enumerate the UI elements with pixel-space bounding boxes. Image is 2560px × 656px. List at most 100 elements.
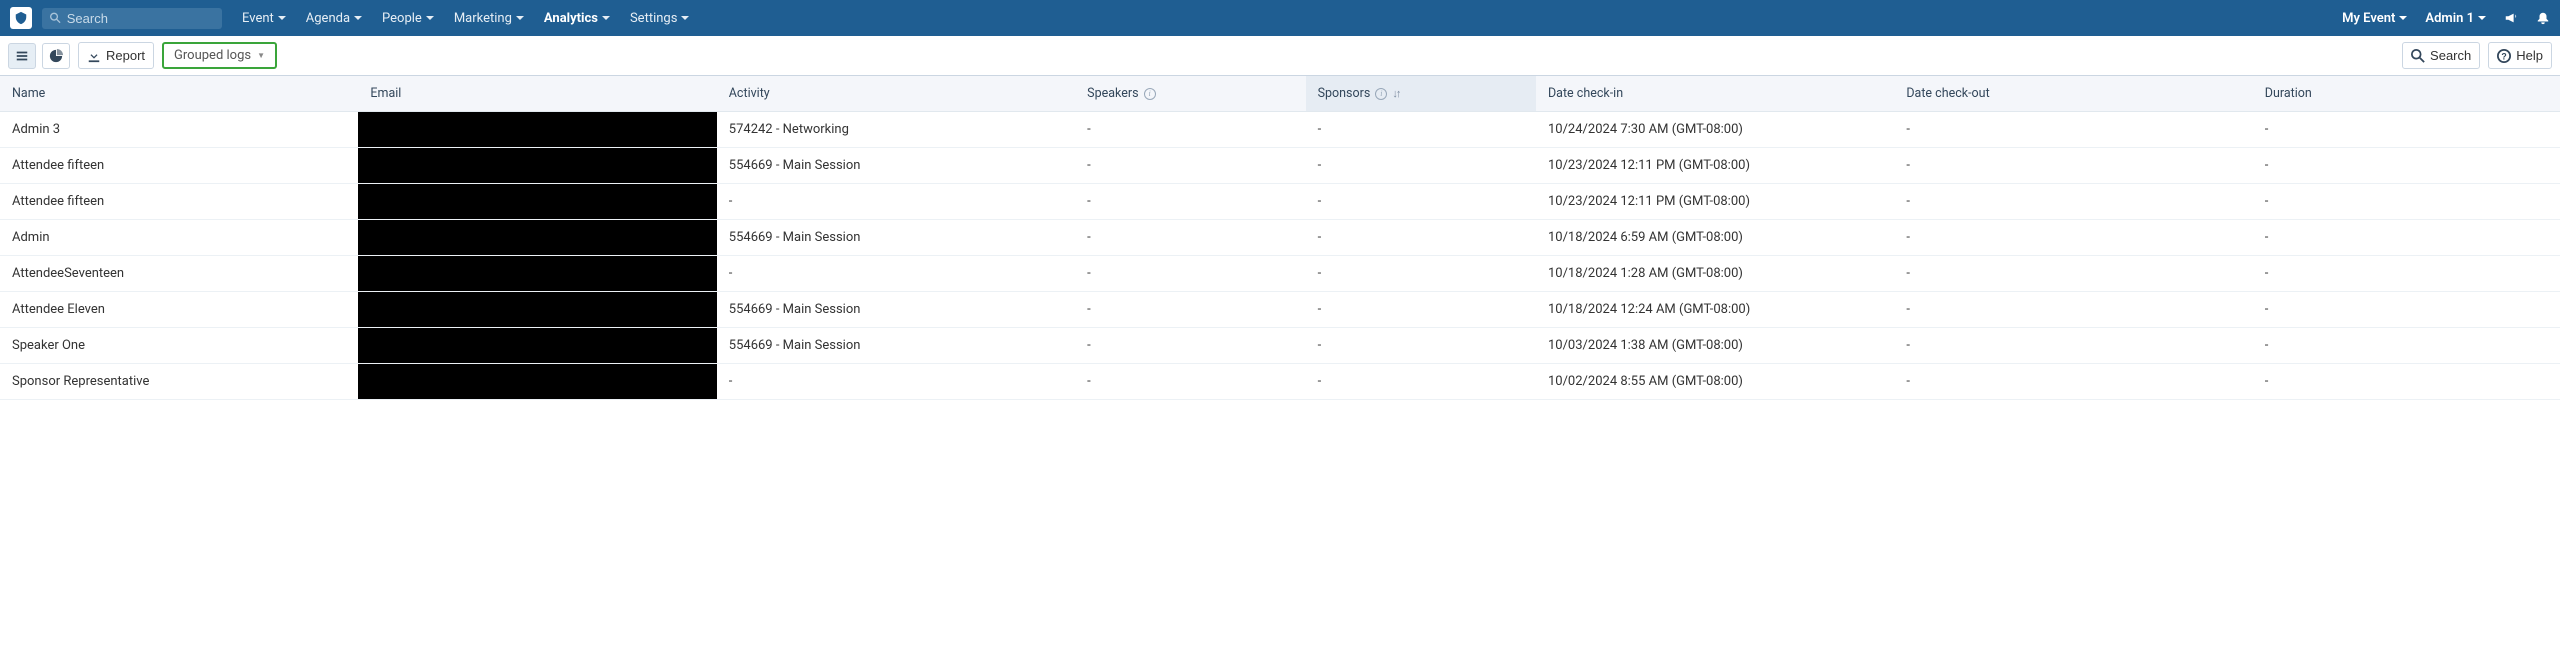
cell-speakers: -: [1075, 364, 1305, 400]
table-row[interactable]: Attendee fifteen 554669 - Main Session--…: [0, 148, 2560, 184]
help-button[interactable]: ? Help: [2488, 42, 2552, 69]
user-name: Admin 1: [2425, 11, 2474, 26]
cell-sponsors: -: [1306, 112, 1536, 148]
cell-checkin: 10/23/2024 12:11 PM (GMT-08:00): [1536, 148, 1894, 184]
nav-people[interactable]: People: [382, 11, 434, 26]
info-icon[interactable]: i: [1375, 88, 1387, 100]
cell-email: [358, 364, 716, 400]
nav-label: Analytics: [544, 11, 598, 26]
table-row[interactable]: Speaker One 554669 - Main Session--10/03…: [0, 328, 2560, 364]
cell-email: [358, 292, 716, 328]
report-button[interactable]: Report: [78, 42, 154, 69]
chevron-down-icon: [2478, 14, 2486, 22]
announcements-button[interactable]: [2504, 11, 2518, 25]
menu-toggle-button[interactable]: [8, 43, 36, 69]
col-header-speakers[interactable]: Speakers i: [1075, 76, 1305, 112]
app-logo[interactable]: [10, 7, 32, 29]
chevron-down-icon: [2399, 14, 2407, 22]
redacted-email: [358, 184, 716, 219]
cell-sponsors: -: [1306, 364, 1536, 400]
svg-text:?: ?: [2502, 51, 2507, 61]
table-row[interactable]: AttendeeSeventeen ---10/18/2024 1:28 AM …: [0, 256, 2560, 292]
cell-checkin: 10/24/2024 7:30 AM (GMT-08:00): [1536, 112, 1894, 148]
nav-event[interactable]: Event: [242, 11, 286, 26]
global-search[interactable]: [42, 8, 222, 29]
chart-view-button[interactable]: [42, 43, 70, 69]
col-header-name[interactable]: Name: [0, 76, 358, 112]
report-label: Report: [106, 48, 145, 63]
global-search-input[interactable]: [67, 11, 214, 26]
search-icon: [50, 12, 61, 24]
logs-table: Name Email Activity Speakersi Sponsorsi↓…: [0, 76, 2560, 400]
table-row[interactable]: Attendee Eleven 554669 - Main Session--1…: [0, 292, 2560, 328]
col-label: Speakers: [1087, 86, 1138, 101]
cell-speakers: -: [1075, 292, 1305, 328]
cell-email: [358, 220, 716, 256]
table-row[interactable]: Attendee fifteen ---10/23/2024 12:11 PM …: [0, 184, 2560, 220]
chevron-down-icon: [681, 14, 689, 22]
cell-sponsors: -: [1306, 328, 1536, 364]
col-header-email[interactable]: Email: [358, 76, 716, 112]
cell-checkout: -: [1894, 184, 2252, 220]
cell-checkin: 10/02/2024 8:55 AM (GMT-08:00): [1536, 364, 1894, 400]
cell-checkout: -: [1894, 292, 2252, 328]
nav-label: Event: [242, 11, 274, 26]
page-toolbar: Report Grouped logs ▼ Search ? Help: [0, 36, 2560, 76]
cell-duration: -: [2253, 256, 2560, 292]
search-button[interactable]: Search: [2402, 42, 2480, 69]
info-icon[interactable]: i: [1144, 88, 1156, 100]
table-row[interactable]: Admin 554669 - Main Session--10/18/2024 …: [0, 220, 2560, 256]
cell-name: Attendee fifteen: [0, 148, 358, 184]
col-header-sponsors[interactable]: Sponsorsi↓↑: [1306, 76, 1536, 112]
col-header-checkout[interactable]: Date check-out: [1894, 76, 2252, 112]
event-picker[interactable]: My Event: [2342, 11, 2407, 26]
table-row[interactable]: Sponsor Representative ---10/02/2024 8:5…: [0, 364, 2560, 400]
cell-activity: 574242 - Networking: [717, 112, 1075, 148]
right-nav: My Event Admin 1: [2342, 11, 2550, 26]
cell-checkout: -: [1894, 364, 2252, 400]
chevron-down-icon: [602, 14, 610, 22]
col-header-activity[interactable]: Activity: [717, 76, 1075, 112]
user-menu[interactable]: Admin 1: [2425, 11, 2486, 26]
sort-arrows-icon: ↓↑: [1392, 87, 1399, 100]
redacted-email: [358, 148, 716, 183]
cell-activity: -: [717, 256, 1075, 292]
nav-agenda[interactable]: Agenda: [306, 11, 362, 26]
cell-email: [358, 148, 716, 184]
help-label: Help: [2516, 48, 2543, 63]
cell-duration: -: [2253, 292, 2560, 328]
grouped-logs-label: Grouped logs: [174, 48, 251, 63]
table-row[interactable]: Admin 3 574242 - Networking - -10/24/2024 …: [0, 112, 2560, 148]
nav-marketing[interactable]: Marketing: [454, 11, 524, 26]
nav-settings[interactable]: Settings: [630, 11, 689, 26]
cell-speakers: -: [1075, 328, 1305, 364]
col-header-duration[interactable]: Duration: [2253, 76, 2560, 112]
col-label: Activity: [729, 86, 770, 101]
cell-duration: -: [2253, 328, 2560, 364]
table-header-row: Name Email Activity Speakersi Sponsorsi↓…: [0, 76, 2560, 112]
megaphone-icon: [2504, 11, 2518, 25]
chevron-down-icon: [354, 14, 362, 22]
notifications-button[interactable]: [2536, 11, 2550, 25]
cell-sponsors: -: [1306, 256, 1536, 292]
cell-activity: 554669 - Main Session: [717, 292, 1075, 328]
cell-speakers: -: [1075, 256, 1305, 292]
cell-sponsors: -: [1306, 292, 1536, 328]
grouped-logs-dropdown[interactable]: Grouped logs ▼: [162, 42, 277, 69]
cell-checkout: -: [1894, 256, 2252, 292]
cell-checkout: -: [1894, 220, 2252, 256]
cell-duration: -: [2253, 148, 2560, 184]
help-icon: ?: [2497, 49, 2511, 63]
cell-name: Admin 3: [0, 112, 358, 148]
cell-checkout: -: [1894, 112, 2252, 148]
col-header-checkin[interactable]: Date check-in: [1536, 76, 1894, 112]
cell-name: Attendee Eleven: [0, 292, 358, 328]
nav-label: Agenda: [306, 11, 350, 26]
cell-name: AttendeeSeventeen: [0, 256, 358, 292]
cell-speakers: -: [1075, 184, 1305, 220]
col-label: Name: [12, 86, 45, 101]
nav-analytics[interactable]: Analytics: [544, 11, 610, 26]
caret-down-icon: ▼: [257, 51, 265, 60]
col-label: Duration: [2265, 86, 2312, 101]
search-label: Search: [2430, 48, 2471, 63]
